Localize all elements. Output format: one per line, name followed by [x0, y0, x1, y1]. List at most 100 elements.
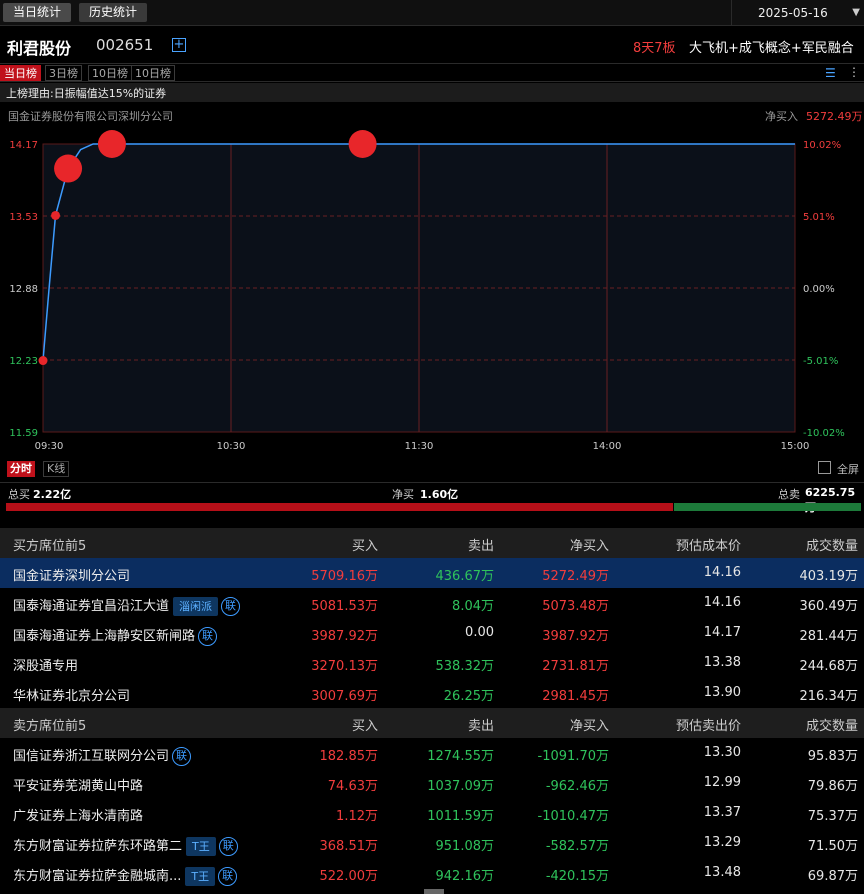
total-sell-label: 总卖 — [778, 488, 800, 501]
cell-net: -582.57万 — [545, 839, 609, 854]
cell-buy: 3987.92万 — [311, 629, 378, 644]
seat-name: 东方财富证券拉萨金融城南... T王联 — [13, 865, 238, 886]
cell-sell: 26.25万 — [443, 689, 494, 704]
reason-bar: 上榜理由:日振幅值达15%的证券 — [0, 83, 864, 102]
cell-vol: 360.49万 — [799, 599, 859, 614]
x-tick-label: 09:30 — [35, 441, 64, 452]
trader-tag[interactable]: 淄闲派 — [173, 597, 219, 616]
intraday-button[interactable]: 分时 — [7, 461, 35, 477]
cell-sell: 436.67万 — [435, 569, 495, 584]
trader-tag[interactable]: T王 — [185, 867, 216, 886]
buy-header-3[interactable]: 净买入 — [570, 535, 609, 554]
buy-header-2[interactable]: 卖出 — [468, 535, 494, 554]
net-buy-label: 净买入 — [765, 110, 798, 123]
sell-table-row[interactable]: 东方财富证券拉萨金融城南... T王联 522.00万 942.16万 -420.15万… — [0, 858, 864, 888]
sell-header-4[interactable]: 预估卖出价 — [676, 715, 741, 734]
cell-net: 2981.45万 — [542, 689, 609, 704]
cell-net: 5073.48万 — [542, 599, 609, 614]
cell-price: 13.29 — [703, 835, 741, 850]
sell-header-2[interactable]: 卖出 — [468, 715, 494, 734]
tab-10day[interactable]: 10日榜 — [88, 65, 132, 81]
linked-seat-icon[interactable]: 联 — [198, 627, 218, 646]
date-value: 2025-05-16 — [758, 6, 828, 20]
buy-header-5[interactable]: 成交数量 — [806, 535, 858, 554]
more-icon[interactable]: ⋮ — [848, 65, 860, 79]
trader-tag[interactable]: T王 — [186, 837, 216, 856]
cell-net: -1010.47万 — [537, 809, 609, 824]
cell-sell: 1274.55万 — [427, 749, 494, 764]
buy-table-row[interactable]: 国泰海通证券上海静安区新闸路联 3987.92万 0.00 3987.92万 14.17… — [0, 618, 864, 648]
cell-vol: 75.37万 — [807, 809, 858, 824]
sell-ratio-bar — [674, 503, 861, 511]
cell-price: 13.90 — [703, 685, 741, 700]
seat-name-text: 平安证券芜湖黄山中路 — [13, 779, 144, 794]
buy-table-row[interactable]: 国泰海通证券宜昌沿江大道 淄闲派联 5081.53万 8.04万 5073.48万 14.… — [0, 588, 864, 618]
tab-history-stats[interactable]: 历史统计 — [79, 3, 148, 22]
fullscreen-icon[interactable] — [818, 461, 831, 474]
range-tab-bar: 当日榜 3日榜 10日榜 10日榜 ☰ ⋮ — [0, 63, 864, 82]
linked-seat-icon[interactable]: 联 — [221, 597, 241, 616]
listing-reason: 上榜理由:日振幅值达15%的证券 — [6, 87, 167, 100]
buy-header-0[interactable]: 买方席位前5 — [13, 535, 86, 554]
y-tick-label: 13.53 — [9, 212, 38, 223]
sell-table-row[interactable]: 东方财富证券拉萨东环路第二 T王联 368.51万 951.08万 -582.57万 13… — [0, 828, 864, 858]
seat-name: 华林证券北京分公司 — [13, 685, 130, 704]
cell-vol: 79.86万 — [807, 779, 858, 794]
linked-seat-icon[interactable]: 联 — [172, 747, 192, 766]
cell-buy: 182.85万 — [319, 749, 379, 764]
buy-table-row[interactable]: 国金证券深圳分公司 5709.16万 436.67万 5272.49万 14.16 403… — [0, 558, 864, 588]
cell-sell: 8.04万 — [452, 599, 494, 614]
fullscreen-label[interactable]: 全屏 — [837, 461, 859, 477]
buy-header-1[interactable]: 买入 — [352, 535, 378, 554]
sell-header-5[interactable]: 成交数量 — [806, 715, 858, 734]
buy-table-row[interactable]: 深股通专用 3270.13万 538.32万 2731.81万 13.38 244.68万 — [0, 648, 864, 678]
cell-net: 2731.81万 — [542, 659, 609, 674]
sell-header-3[interactable]: 净买入 — [570, 715, 609, 734]
linked-seat-icon[interactable]: 联 — [218, 837, 238, 856]
sell-header-0[interactable]: 卖方席位前5 — [13, 715, 86, 734]
list-icon[interactable]: ☰ — [825, 66, 836, 80]
add-watchlist-icon[interactable]: + — [172, 38, 186, 52]
sell-header-1[interactable]: 买入 — [352, 715, 378, 734]
cell-sell: 951.08万 — [435, 839, 495, 854]
cell-vol: 244.68万 — [799, 659, 859, 674]
tab-10day-2[interactable]: 10日榜 — [131, 65, 175, 81]
cell-sell: 1011.59万 — [427, 809, 494, 824]
cell-buy: 3007.69万 — [311, 689, 378, 704]
intraday-chart[interactable]: 14.17 10.02% 13.53 5.01% 12.88 0.00% 12.23 -5.0… — [0, 130, 864, 455]
buy-header-4[interactable]: 预估成本价 — [676, 535, 741, 554]
kline-button[interactable]: K线 — [43, 461, 70, 477]
total-buy-label: 总买 — [8, 488, 30, 501]
buy-table-row[interactable]: 华林证券北京分公司 3007.69万 26.25万 2981.45万 13.90 216.… — [0, 678, 864, 708]
cell-buy: 5081.53万 — [311, 599, 378, 614]
y-pct-tick-label: 0.00% — [803, 284, 835, 295]
cell-sell: 538.32万 — [435, 659, 495, 674]
cell-price: 13.37 — [703, 805, 741, 820]
y-pct-tick-label: 10.02% — [803, 140, 841, 151]
cell-buy: 3270.13万 — [311, 659, 378, 674]
cell-price: 14.16 — [703, 595, 741, 610]
tab-3day[interactable]: 3日榜 — [45, 65, 82, 81]
cell-price: 13.38 — [703, 655, 741, 670]
tab-1day[interactable]: 当日榜 — [0, 65, 41, 81]
cell-vol: 403.19万 — [799, 569, 859, 584]
x-tick-label: 15:00 — [781, 441, 810, 452]
sell-table-row[interactable]: 广发证券上海水清南路 1.12万 1011.59万 -1010.47万 13.37 75.… — [0, 798, 864, 828]
trade-point — [38, 356, 48, 366]
cell-sell: 0.00 — [465, 625, 494, 640]
y-pct-tick-label: -10.02% — [803, 428, 845, 439]
date-selector[interactable]: 2025-05-16 ▼ — [731, 0, 864, 26]
cell-vol: 216.34万 — [799, 689, 859, 704]
x-tick-label: 14:00 — [593, 441, 622, 452]
chevron-down-icon: ▼ — [852, 7, 860, 18]
sell-table-row[interactable]: 国信证券浙江互联网分公司联 182.85万 1274.55万 -1091.70万 13.… — [0, 738, 864, 768]
cell-price: 13.30 — [703, 745, 741, 760]
sell-table-row[interactable]: 平安证券芜湖黄山中路 74.63万 1037.09万 -962.46万 12.99 79.… — [0, 768, 864, 798]
scrollbar-thumb[interactable] — [424, 889, 444, 894]
y-tick-label: 12.23 — [9, 356, 38, 367]
seat-name-text: 国金证券深圳分公司 — [13, 569, 131, 584]
trade-point — [54, 154, 83, 183]
linked-seat-icon[interactable]: 联 — [218, 867, 238, 886]
tab-today-stats[interactable]: 当日统计 — [3, 3, 72, 22]
cell-price: 14.16 — [703, 565, 741, 580]
